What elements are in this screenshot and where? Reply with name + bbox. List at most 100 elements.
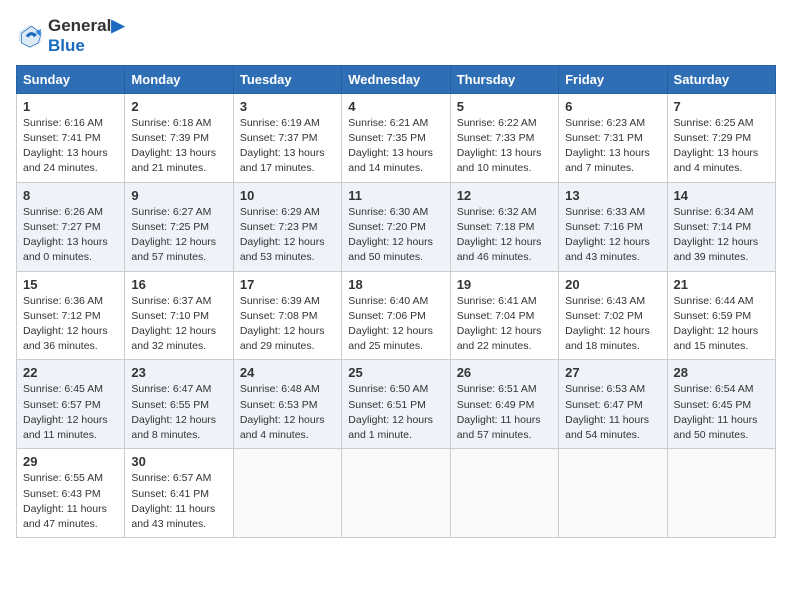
calendar-cell: 7 Sunrise: 6:25 AMSunset: 7:29 PMDayligh…: [667, 93, 775, 182]
day-info: Sunrise: 6:26 AMSunset: 7:27 PMDaylight:…: [23, 205, 118, 266]
day-number: 18: [348, 277, 443, 292]
calendar-cell: 25 Sunrise: 6:50 AMSunset: 6:51 PMDaylig…: [342, 360, 450, 449]
weekday-header-tuesday: Tuesday: [233, 65, 341, 93]
day-number: 22: [23, 365, 118, 380]
day-info: Sunrise: 6:37 AMSunset: 7:10 PMDaylight:…: [131, 294, 226, 355]
calendar-cell: 6 Sunrise: 6:23 AMSunset: 7:31 PMDayligh…: [559, 93, 667, 182]
weekday-header-monday: Monday: [125, 65, 233, 93]
calendar-table: SundayMondayTuesdayWednesdayThursdayFrid…: [16, 65, 776, 538]
day-info: Sunrise: 6:16 AMSunset: 7:41 PMDaylight:…: [23, 116, 118, 177]
calendar-week-5: 29 Sunrise: 6:55 AMSunset: 6:43 PMDaylig…: [17, 449, 776, 538]
calendar-cell: 3 Sunrise: 6:19 AMSunset: 7:37 PMDayligh…: [233, 93, 341, 182]
calendar-week-4: 22 Sunrise: 6:45 AMSunset: 6:57 PMDaylig…: [17, 360, 776, 449]
day-number: 14: [674, 188, 769, 203]
calendar-cell: 8 Sunrise: 6:26 AMSunset: 7:27 PMDayligh…: [17, 182, 125, 271]
day-number: 7: [674, 99, 769, 114]
day-info: Sunrise: 6:40 AMSunset: 7:06 PMDaylight:…: [348, 294, 443, 355]
day-info: Sunrise: 6:54 AMSunset: 6:45 PMDaylight:…: [674, 382, 769, 443]
calendar-cell: 28 Sunrise: 6:54 AMSunset: 6:45 PMDaylig…: [667, 360, 775, 449]
day-info: Sunrise: 6:23 AMSunset: 7:31 PMDaylight:…: [565, 116, 660, 177]
calendar-cell: 21 Sunrise: 6:44 AMSunset: 6:59 PMDaylig…: [667, 271, 775, 360]
calendar-cell: 19 Sunrise: 6:41 AMSunset: 7:04 PMDaylig…: [450, 271, 558, 360]
calendar-cell: 14 Sunrise: 6:34 AMSunset: 7:14 PMDaylig…: [667, 182, 775, 271]
day-info: Sunrise: 6:39 AMSunset: 7:08 PMDaylight:…: [240, 294, 335, 355]
day-number: 2: [131, 99, 226, 114]
day-number: 25: [348, 365, 443, 380]
day-number: 19: [457, 277, 552, 292]
day-info: Sunrise: 6:32 AMSunset: 7:18 PMDaylight:…: [457, 205, 552, 266]
logo-text: General▶ Blue: [48, 16, 124, 57]
day-number: 21: [674, 277, 769, 292]
calendar-week-2: 8 Sunrise: 6:26 AMSunset: 7:27 PMDayligh…: [17, 182, 776, 271]
day-info: Sunrise: 6:34 AMSunset: 7:14 PMDaylight:…: [674, 205, 769, 266]
day-number: 24: [240, 365, 335, 380]
calendar-cell: 24 Sunrise: 6:48 AMSunset: 6:53 PMDaylig…: [233, 360, 341, 449]
day-info: Sunrise: 6:43 AMSunset: 7:02 PMDaylight:…: [565, 294, 660, 355]
page-header: General▶ Blue: [16, 16, 776, 57]
calendar-cell: [342, 449, 450, 538]
day-info: Sunrise: 6:36 AMSunset: 7:12 PMDaylight:…: [23, 294, 118, 355]
weekday-header-friday: Friday: [559, 65, 667, 93]
day-info: Sunrise: 6:22 AMSunset: 7:33 PMDaylight:…: [457, 116, 552, 177]
day-number: 12: [457, 188, 552, 203]
day-number: 3: [240, 99, 335, 114]
day-number: 26: [457, 365, 552, 380]
calendar-cell: 22 Sunrise: 6:45 AMSunset: 6:57 PMDaylig…: [17, 360, 125, 449]
day-number: 28: [674, 365, 769, 380]
day-info: Sunrise: 6:47 AMSunset: 6:55 PMDaylight:…: [131, 382, 226, 443]
day-number: 6: [565, 99, 660, 114]
calendar-cell: 17 Sunrise: 6:39 AMSunset: 7:08 PMDaylig…: [233, 271, 341, 360]
calendar-cell: 2 Sunrise: 6:18 AMSunset: 7:39 PMDayligh…: [125, 93, 233, 182]
day-number: 10: [240, 188, 335, 203]
weekday-header-wednesday: Wednesday: [342, 65, 450, 93]
calendar-week-1: 1 Sunrise: 6:16 AMSunset: 7:41 PMDayligh…: [17, 93, 776, 182]
day-info: Sunrise: 6:25 AMSunset: 7:29 PMDaylight:…: [674, 116, 769, 177]
calendar-cell: [450, 449, 558, 538]
day-info: Sunrise: 6:48 AMSunset: 6:53 PMDaylight:…: [240, 382, 335, 443]
day-info: Sunrise: 6:30 AMSunset: 7:20 PMDaylight:…: [348, 205, 443, 266]
day-info: Sunrise: 6:18 AMSunset: 7:39 PMDaylight:…: [131, 116, 226, 177]
calendar-cell: 18 Sunrise: 6:40 AMSunset: 7:06 PMDaylig…: [342, 271, 450, 360]
day-number: 29: [23, 454, 118, 469]
day-info: Sunrise: 6:50 AMSunset: 6:51 PMDaylight:…: [348, 382, 443, 443]
logo-icon: [16, 22, 44, 50]
calendar-cell: 30 Sunrise: 6:57 AMSunset: 6:41 PMDaylig…: [125, 449, 233, 538]
calendar-cell: 20 Sunrise: 6:43 AMSunset: 7:02 PMDaylig…: [559, 271, 667, 360]
calendar-cell: [559, 449, 667, 538]
day-number: 23: [131, 365, 226, 380]
day-info: Sunrise: 6:29 AMSunset: 7:23 PMDaylight:…: [240, 205, 335, 266]
calendar-cell: 4 Sunrise: 6:21 AMSunset: 7:35 PMDayligh…: [342, 93, 450, 182]
calendar-week-3: 15 Sunrise: 6:36 AMSunset: 7:12 PMDaylig…: [17, 271, 776, 360]
calendar-cell-1: 1 Sunrise: 6:16 AMSunset: 7:41 PMDayligh…: [17, 93, 125, 182]
calendar-cell: 16 Sunrise: 6:37 AMSunset: 7:10 PMDaylig…: [125, 271, 233, 360]
weekday-header-row: SundayMondayTuesdayWednesdayThursdayFrid…: [17, 65, 776, 93]
day-number: 4: [348, 99, 443, 114]
day-info: Sunrise: 6:53 AMSunset: 6:47 PMDaylight:…: [565, 382, 660, 443]
weekday-header-sunday: Sunday: [17, 65, 125, 93]
calendar-cell: 11 Sunrise: 6:30 AMSunset: 7:20 PMDaylig…: [342, 182, 450, 271]
calendar-cell: 27 Sunrise: 6:53 AMSunset: 6:47 PMDaylig…: [559, 360, 667, 449]
weekday-header-thursday: Thursday: [450, 65, 558, 93]
calendar-cell: 10 Sunrise: 6:29 AMSunset: 7:23 PMDaylig…: [233, 182, 341, 271]
day-number: 5: [457, 99, 552, 114]
calendar-cell: 13 Sunrise: 6:33 AMSunset: 7:16 PMDaylig…: [559, 182, 667, 271]
day-number: 9: [131, 188, 226, 203]
calendar-cell: [233, 449, 341, 538]
calendar-cell: 12 Sunrise: 6:32 AMSunset: 7:18 PMDaylig…: [450, 182, 558, 271]
day-info: Sunrise: 6:19 AMSunset: 7:37 PMDaylight:…: [240, 116, 335, 177]
day-number: 13: [565, 188, 660, 203]
day-info: Sunrise: 6:21 AMSunset: 7:35 PMDaylight:…: [348, 116, 443, 177]
day-number: 16: [131, 277, 226, 292]
calendar-cell: 26 Sunrise: 6:51 AMSunset: 6:49 PMDaylig…: [450, 360, 558, 449]
day-info: Sunrise: 6:27 AMSunset: 7:25 PMDaylight:…: [131, 205, 226, 266]
day-number: 8: [23, 188, 118, 203]
calendar-cell: 23 Sunrise: 6:47 AMSunset: 6:55 PMDaylig…: [125, 360, 233, 449]
day-number: 20: [565, 277, 660, 292]
day-number: 15: [23, 277, 118, 292]
day-info: Sunrise: 6:41 AMSunset: 7:04 PMDaylight:…: [457, 294, 552, 355]
logo: General▶ Blue: [16, 16, 124, 57]
day-info: Sunrise: 6:55 AMSunset: 6:43 PMDaylight:…: [23, 471, 118, 532]
weekday-header-saturday: Saturday: [667, 65, 775, 93]
calendar-cell: 9 Sunrise: 6:27 AMSunset: 7:25 PMDayligh…: [125, 182, 233, 271]
day-number: 30: [131, 454, 226, 469]
